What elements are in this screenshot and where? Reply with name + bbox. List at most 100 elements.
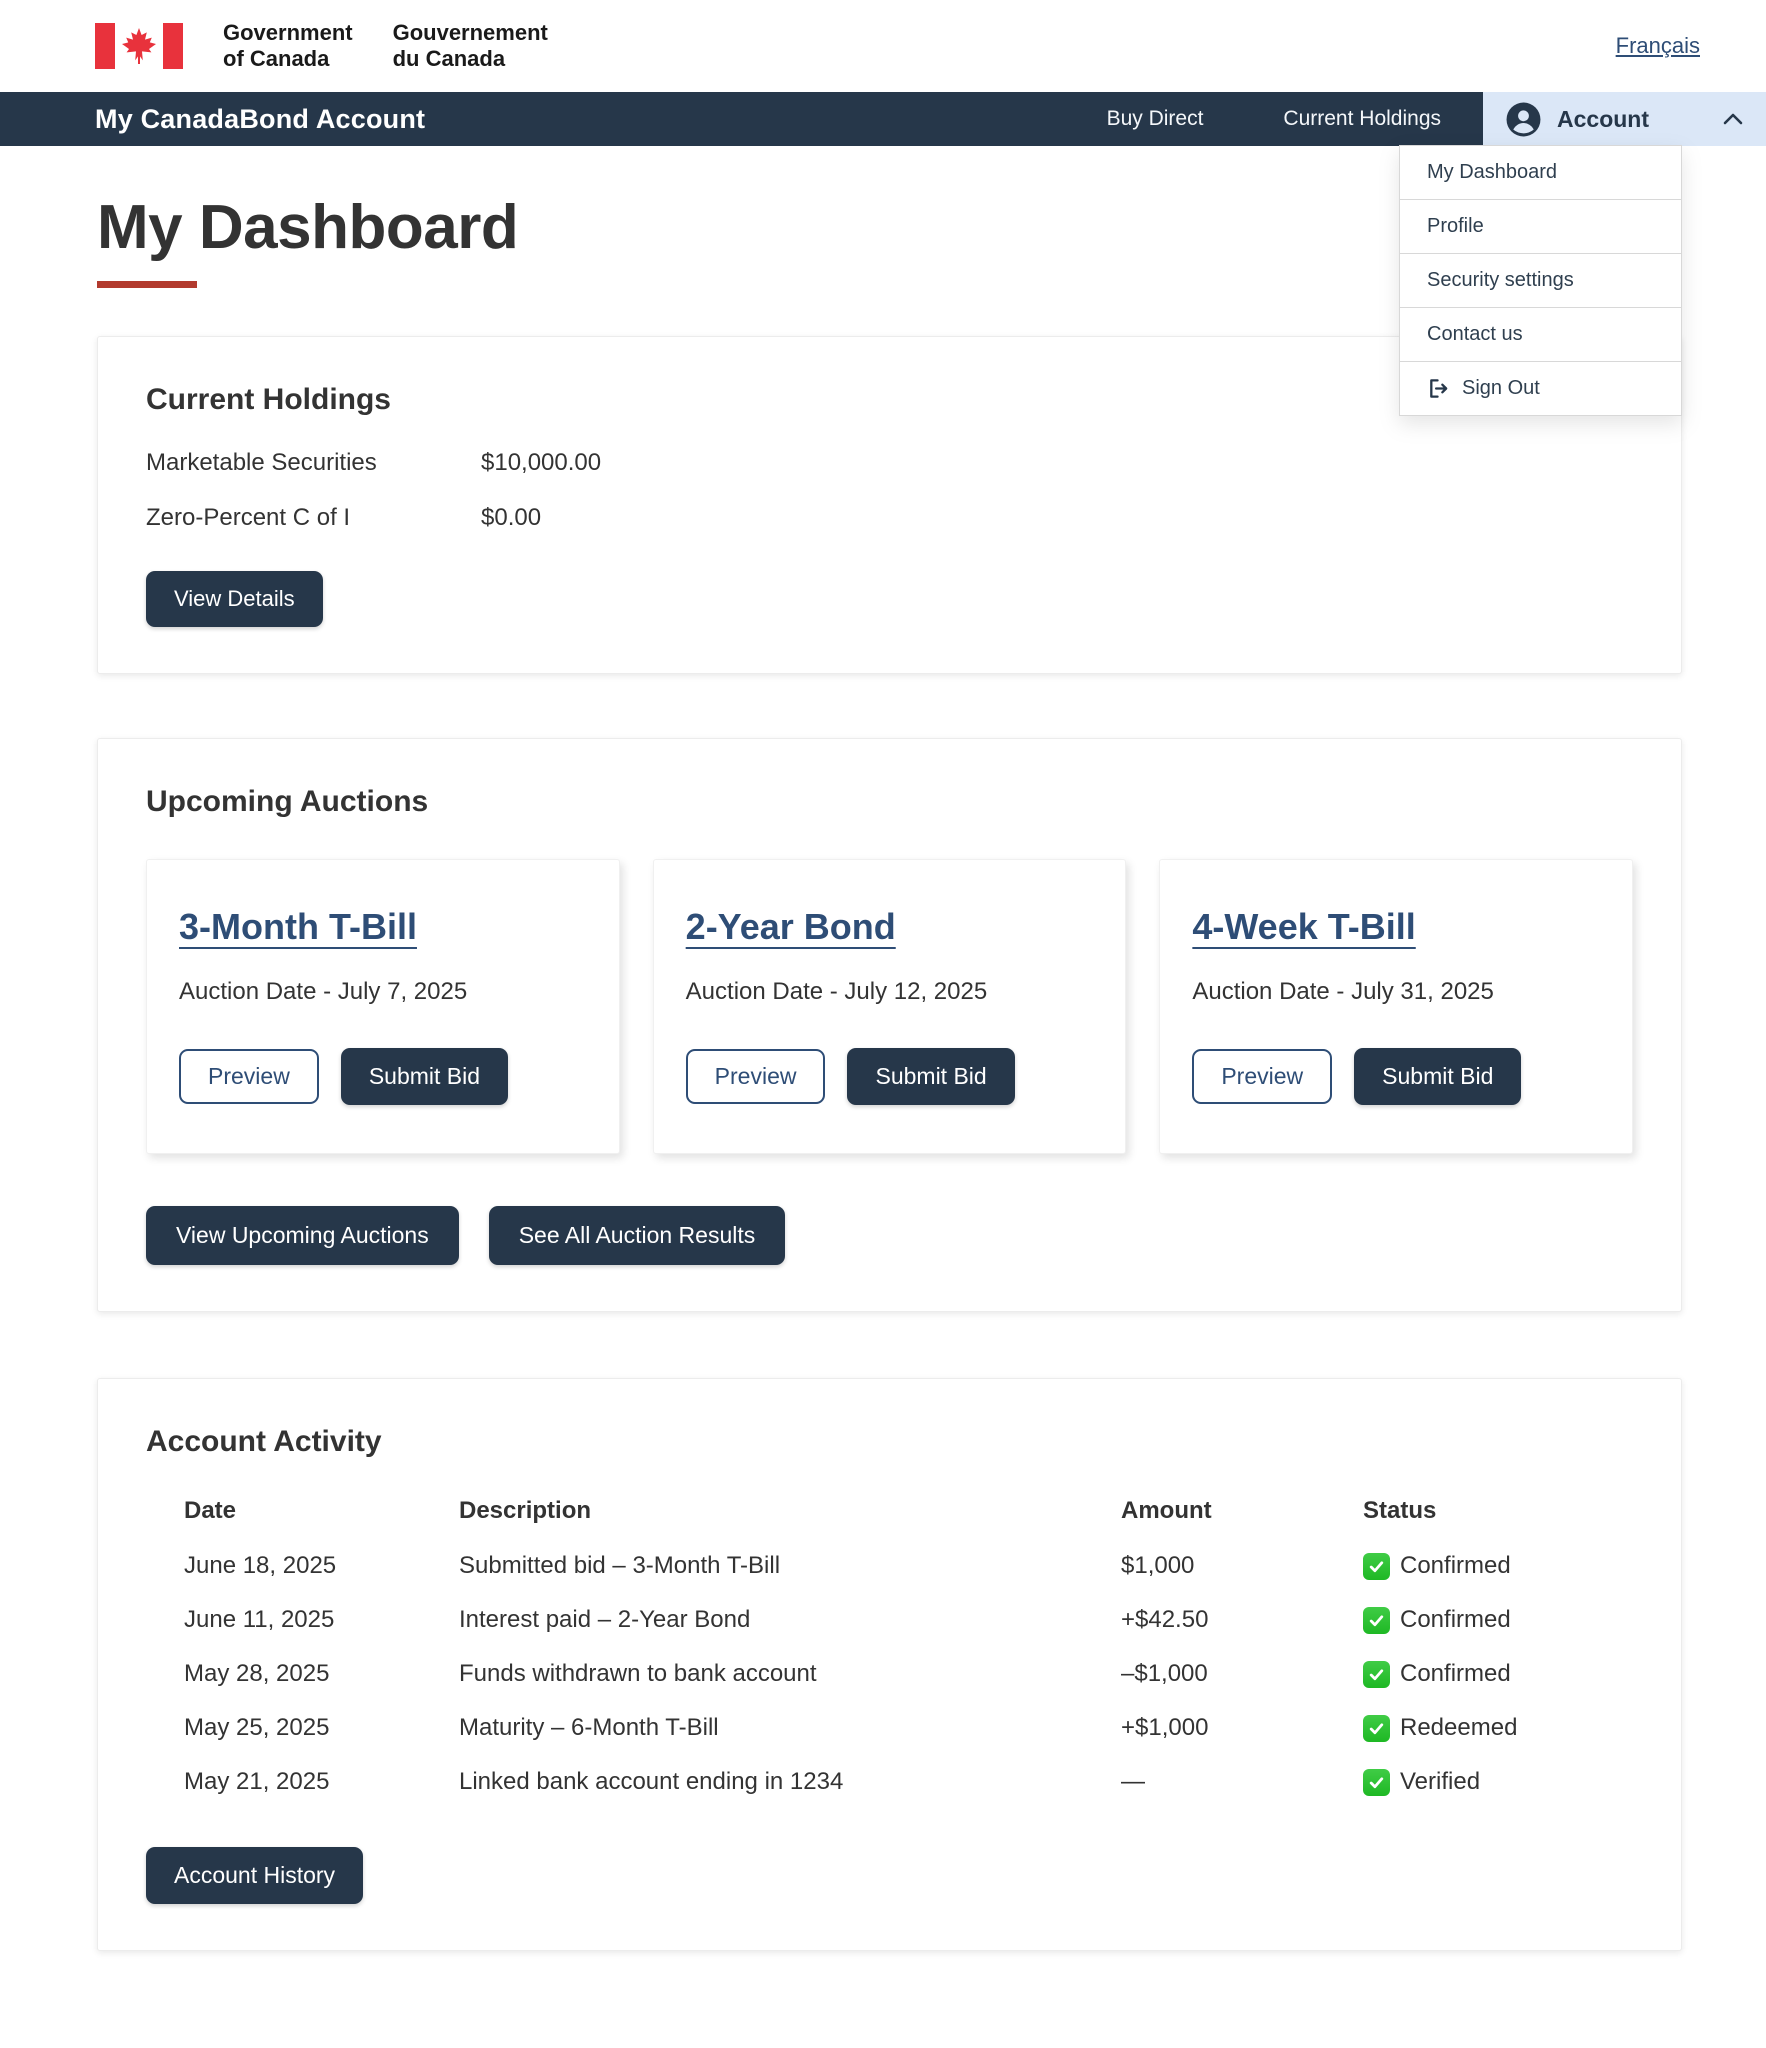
cell-date: June 18, 2025 (184, 1552, 459, 1580)
table-row: May 21, 2025 Linked bank account ending … (184, 1755, 1633, 1809)
auction-card-3-month-t-bill: 3-Month T-Bill Auction Date - July 7, 20… (146, 859, 620, 1154)
view-details-button[interactable]: View Details (146, 571, 323, 627)
menu-item-my-dashboard[interactable]: My Dashboard (1399, 145, 1682, 200)
cell-date: May 28, 2025 (184, 1660, 459, 1688)
auction-date: Auction Date - July 12, 2025 (686, 978, 1094, 1006)
menu-item-label: Contact us (1427, 323, 1523, 346)
check-icon (1363, 1769, 1390, 1796)
menu-item-sign-out[interactable]: Sign Out (1399, 361, 1682, 416)
menu-item-label: Security settings (1427, 269, 1574, 292)
menu-item-profile[interactable]: Profile (1399, 199, 1682, 254)
holdings-row: Zero-Percent C of I $0.00 (146, 504, 1633, 532)
auction-title-link[interactable]: 3-Month T-Bill (179, 906, 417, 948)
cell-status: Redeemed (1363, 1714, 1633, 1742)
check-icon (1363, 1661, 1390, 1688)
account-menu-button[interactable]: Account (1483, 92, 1766, 146)
account-menu-label: Account (1557, 106, 1649, 133)
account-history-button[interactable]: Account History (146, 1847, 363, 1904)
auction-actions: Preview Submit Bid (686, 1048, 1094, 1105)
main-content: My Dashboard Current Holdings Marketable… (97, 192, 1682, 2014)
column-header-amount: Amount (1121, 1497, 1363, 1525)
wordmark-english: Government of Canada (223, 20, 353, 72)
auction-cards-row: 3-Month T-Bill Auction Date - July 7, 20… (146, 859, 1633, 1154)
cell-status: Verified (1363, 1768, 1633, 1796)
wordmark-french: Gouvernement du Canada (393, 20, 548, 72)
holding-value: $0.00 (481, 504, 1633, 532)
menu-item-contact-us[interactable]: Contact us (1399, 307, 1682, 362)
table-row: May 25, 2025 Maturity – 6-Month T-Bill +… (184, 1701, 1633, 1755)
chevron-up-icon (1722, 111, 1744, 127)
cell-status: Confirmed (1363, 1552, 1633, 1580)
account-dropdown-menu: My Dashboard Profile Security settings C… (1399, 146, 1682, 416)
menu-item-label: Profile (1427, 215, 1484, 238)
auction-title-link[interactable]: 4-Week T-Bill (1192, 906, 1415, 948)
auction-card-2-year-bond: 2-Year Bond Auction Date - July 12, 2025… (653, 859, 1127, 1154)
auction-card-4-week-t-bill: 4-Week T-Bill Auction Date - July 31, 20… (1159, 859, 1633, 1154)
status-label: Confirmed (1400, 1660, 1511, 1688)
nav-item-current-holdings[interactable]: Current Holdings (1283, 107, 1441, 131)
cell-amount: $1,000 (1121, 1552, 1363, 1580)
account-activity-table: Date Description Amount Status June 18, … (184, 1487, 1633, 1809)
cell-date: June 11, 2025 (184, 1606, 459, 1634)
user-icon (1505, 101, 1542, 138)
auction-date: Auction Date - July 7, 2025 (179, 978, 587, 1006)
cell-description: Funds withdrawn to bank account (459, 1660, 1121, 1688)
holding-label: Marketable Securities (146, 449, 481, 477)
site-header: Government of Canada Gouvernement du Can… (0, 0, 1766, 92)
holding-label: Zero-Percent C of I (146, 504, 481, 532)
preview-button[interactable]: Preview (179, 1049, 319, 1104)
title-accent-bar (97, 281, 197, 288)
cell-description: Submitted bid – 3-Month T-Bill (459, 1552, 1121, 1580)
canada-flag-icon (95, 22, 183, 70)
column-header-date: Date (184, 1497, 459, 1525)
menu-item-security-settings[interactable]: Security settings (1399, 253, 1682, 308)
check-icon (1363, 1607, 1390, 1634)
main-navbar: My CanadaBond Account Buy Direct Current… (0, 92, 1766, 146)
account-activity-card: Account Activity Date Description Amount… (97, 1378, 1682, 1951)
cell-status: Confirmed (1363, 1606, 1633, 1634)
view-upcoming-auctions-button[interactable]: View Upcoming Auctions (146, 1206, 459, 1265)
table-row: June 18, 2025 Submitted bid – 3-Month T-… (184, 1539, 1633, 1593)
submit-bid-button[interactable]: Submit Bid (1354, 1048, 1521, 1105)
cell-amount: — (1121, 1768, 1363, 1796)
cell-description: Maturity – 6-Month T-Bill (459, 1714, 1121, 1742)
cell-amount: +$42.50 (1121, 1606, 1363, 1634)
preview-button[interactable]: Preview (1192, 1049, 1332, 1104)
table-row: May 28, 2025 Funds withdrawn to bank acc… (184, 1647, 1633, 1701)
government-signature: Government of Canada Gouvernement du Can… (95, 20, 548, 72)
column-header-description: Description (459, 1497, 1121, 1525)
see-all-auction-results-button[interactable]: See All Auction Results (489, 1206, 786, 1265)
holdings-row: Marketable Securities $10,000.00 (146, 449, 1633, 477)
upcoming-auctions-title: Upcoming Auctions (146, 785, 1633, 819)
check-icon (1363, 1553, 1390, 1580)
app-title: My CanadaBond Account (95, 104, 425, 135)
auction-actions: Preview Submit Bid (179, 1048, 587, 1105)
submit-bid-button[interactable]: Submit Bid (341, 1048, 508, 1105)
status-label: Confirmed (1400, 1606, 1511, 1634)
language-toggle-link[interactable]: Français (1616, 33, 1700, 59)
sign-out-icon (1427, 377, 1450, 400)
submit-bid-button[interactable]: Submit Bid (847, 1048, 1014, 1105)
menu-item-label: My Dashboard (1427, 161, 1557, 184)
preview-button[interactable]: Preview (686, 1049, 826, 1104)
holding-value: $10,000.00 (481, 449, 1633, 477)
nav-item-buy-direct[interactable]: Buy Direct (1107, 107, 1204, 131)
status-label: Confirmed (1400, 1552, 1511, 1580)
auction-title-link[interactable]: 2-Year Bond (686, 906, 896, 948)
account-activity-title: Account Activity (146, 1425, 1633, 1459)
cell-amount: +$1,000 (1121, 1714, 1363, 1742)
column-header-status: Status (1363, 1497, 1633, 1525)
menu-item-label: Sign Out (1462, 377, 1540, 400)
check-icon (1363, 1715, 1390, 1742)
cell-amount: –$1,000 (1121, 1660, 1363, 1688)
cell-status: Confirmed (1363, 1660, 1633, 1688)
status-label: Redeemed (1400, 1714, 1517, 1742)
cell-description: Interest paid – 2-Year Bond (459, 1606, 1121, 1634)
auction-actions: Preview Submit Bid (1192, 1048, 1600, 1105)
status-label: Verified (1400, 1768, 1480, 1796)
upcoming-auctions-card: Upcoming Auctions 3-Month T-Bill Auction… (97, 738, 1682, 1312)
table-row: June 11, 2025 Interest paid – 2-Year Bon… (184, 1593, 1633, 1647)
nav-links: Buy Direct Current Holdings (1107, 107, 1441, 131)
auction-date: Auction Date - July 31, 2025 (1192, 978, 1600, 1006)
holdings-rows: Marketable Securities $10,000.00 Zero-Pe… (146, 449, 1633, 532)
